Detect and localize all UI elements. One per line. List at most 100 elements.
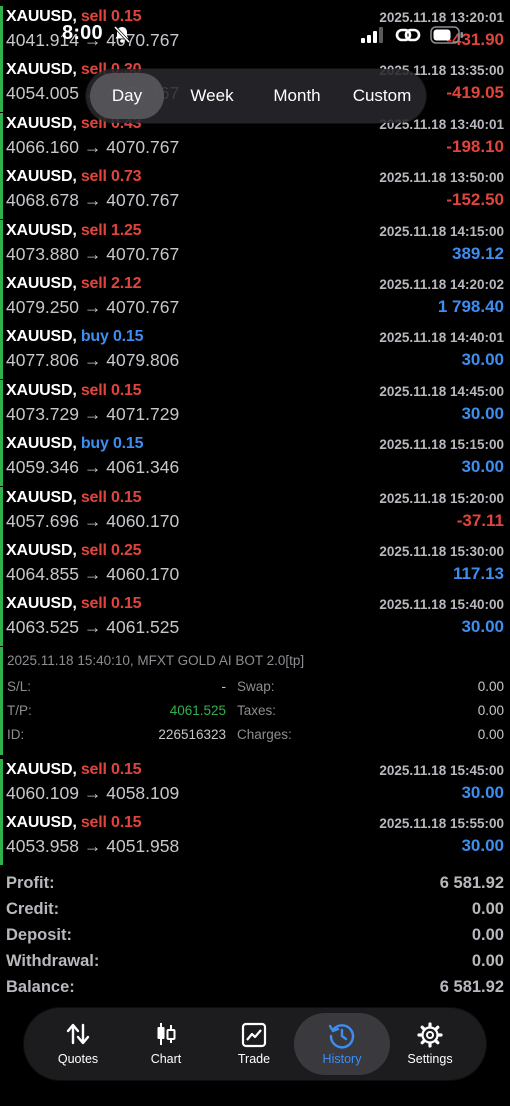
id-label: ID: xyxy=(7,727,25,742)
tab-settings[interactable]: Settings xyxy=(386,1008,474,1080)
trade-symbol: XAUUSD, xyxy=(6,221,77,239)
trade-profit: 30.00 xyxy=(461,457,504,477)
trade-side: sell xyxy=(80,814,107,832)
swap-value: 0.00 xyxy=(477,679,504,694)
trade-profit: -152.50 xyxy=(446,190,504,210)
open-price: 4060.109 xyxy=(6,783,79,803)
taxes-value: 0.00 xyxy=(477,703,504,718)
tab-history[interactable]: History xyxy=(298,1008,386,1080)
period-tab-custom[interactable]: Custom xyxy=(342,69,422,123)
trade-volume: 0.15 xyxy=(112,328,144,346)
trade-row[interactable]: XAUUSD, buy 0.15 4059.346 → 4061.346 2025.… xyxy=(0,433,510,487)
trade-profit: 30.00 xyxy=(461,350,504,370)
status-bar: 8:00 xyxy=(0,0,510,70)
trade-volume: 0.15 xyxy=(112,435,144,453)
trade-symbol: XAUUSD, xyxy=(6,595,77,613)
trade-symbol-line: XAUUSD, sell 0.25 xyxy=(6,542,142,560)
trade-symbol-line: XAUUSD, sell 2.12 xyxy=(6,275,142,293)
summary-label: Deposit: xyxy=(6,926,72,944)
close-price: 4070.767 xyxy=(106,190,180,211)
trade-volume: 0.15 xyxy=(111,761,142,778)
tab-trade[interactable]: Trade xyxy=(210,1008,298,1080)
trade-symbol: XAUUSD, xyxy=(6,168,77,186)
trade-row[interactable]: XAUUSD, sell 0.15 4073.729 → 4071.729 2025… xyxy=(0,379,510,433)
trade-prices: 4057.696 → 4060.170 xyxy=(6,510,180,531)
trade-symbol-line: XAUUSD, sell 0.73 xyxy=(6,168,142,186)
close-price: 4070.767 xyxy=(106,297,180,317)
trade-row[interactable]: XAUUSD, sell 0.25 4064.855 → 4060.170 2025… xyxy=(0,540,510,593)
candlestick-icon xyxy=(122,1022,210,1048)
trade-side: sell xyxy=(80,595,107,613)
tab-quotes[interactable]: Quotes xyxy=(34,1008,122,1080)
trade-time: 2025.11.18 13:50:00 xyxy=(379,170,504,186)
sl-value: - xyxy=(221,679,227,694)
trade-prices: 4063.525 → 4061.525 xyxy=(6,617,180,638)
row-indicator xyxy=(0,166,3,220)
trade-side: sell xyxy=(80,761,107,778)
open-price: 4079.250 xyxy=(6,297,79,317)
row-indicator xyxy=(0,540,3,593)
close-price: 4060.170 xyxy=(106,510,180,531)
id-value: 226516323 xyxy=(158,727,226,742)
period-tab-month[interactable]: Month xyxy=(258,69,336,123)
trade-volume: 0.15 xyxy=(111,381,142,399)
tab-settings-label: Settings xyxy=(407,1052,453,1066)
trade-prices: 4077.806 → 4079.806 xyxy=(6,350,180,371)
trade-symbol-line: XAUUSD, sell 0.15 xyxy=(6,761,142,779)
close-price: 4079.806 xyxy=(106,350,180,371)
tp-value: 4061.525 xyxy=(169,703,226,718)
trade-profit: 30.00 xyxy=(461,403,504,423)
trade-prices: 4053.958 → 4051.958 xyxy=(6,836,180,857)
trade-symbol-line: XAUUSD, buy 0.15 xyxy=(6,328,144,346)
tab-chart-label: Chart xyxy=(150,1052,182,1066)
row-indicator xyxy=(0,759,3,812)
summary-label: Credit: xyxy=(6,900,60,918)
period-tab-week[interactable]: Week xyxy=(172,69,252,123)
trade-prices: 4073.729 → 4071.729 xyxy=(6,403,180,424)
trade-time: 2025.11.18 15:30:00 xyxy=(379,544,504,559)
close-price: 4061.346 xyxy=(106,457,180,478)
trade-side: sell xyxy=(80,381,107,399)
trade-side: buy xyxy=(80,328,109,346)
summary-label: Balance: xyxy=(6,978,75,996)
summary-row: Credit: 0.00 xyxy=(0,898,510,924)
gear-icon xyxy=(386,1022,474,1048)
trade-profit: -37.11 xyxy=(456,510,504,530)
bottom-tab-bar: Quotes Chart Trade History Settings xyxy=(24,1008,486,1080)
open-price: 4054.005 xyxy=(6,83,79,104)
trade-chart-icon xyxy=(210,1022,298,1048)
trade-row[interactable]: XAUUSD, sell 0.15 4053.958 → 4051.958 2025… xyxy=(0,812,510,866)
trade-prices: 4068.678 → 4070.767 xyxy=(6,190,180,211)
trade-row[interactable]: XAUUSD, sell 1.25 4073.880 → 4070.767 2025… xyxy=(0,219,510,273)
trade-row[interactable]: XAUUSD, sell 0.15 4060.109 → 4058.109 2025… xyxy=(0,759,510,812)
row-indicator xyxy=(0,433,3,487)
trade-row[interactable]: XAUUSD, sell 2.12 4079.250 → 4070.767 2025… xyxy=(0,273,510,326)
summary-row: Profit: 6 581.92 xyxy=(0,872,510,898)
trade-row[interactable]: XAUUSD, buy 0.15 4077.806 → 4079.806 2025.… xyxy=(0,326,510,380)
history-clock-icon xyxy=(298,1022,386,1049)
trade-prices: 4059.346 → 4061.346 xyxy=(6,457,180,478)
trade-time: 2025.11.18 14:20:02 xyxy=(379,277,504,292)
trade-volume: 0.15 xyxy=(111,595,142,613)
trade-row[interactable]: XAUUSD, sell 0.73 4068.678 → 4070.767 2025… xyxy=(0,166,510,220)
trade-volume: 0.15 xyxy=(111,488,142,506)
period-tab-day[interactable]: Day xyxy=(90,69,164,123)
trade-profit: 1 798.40 xyxy=(437,297,504,316)
summary-value: 6 581.92 xyxy=(439,978,504,996)
trade-row[interactable]: XAUUSD, sell 0.15 4057.696 → 4060.170 2025… xyxy=(0,486,510,540)
trade-time: 2025.11.18 14:45:00 xyxy=(379,383,504,399)
trade-symbol: XAUUSD, xyxy=(6,275,77,292)
summary-row: Withdrawal: 0.00 xyxy=(0,950,510,976)
row-indicator xyxy=(0,219,3,273)
taxes-label: Taxes: xyxy=(237,703,277,718)
open-price: 4057.696 xyxy=(6,510,79,531)
open-price: 4073.729 xyxy=(6,403,79,424)
trade-prices: 4060.109 → 4058.109 xyxy=(6,783,180,803)
trade-detail-panel: 2025.11.18 15:40:10, MFXT GOLD AI BOT 2.… xyxy=(0,647,510,755)
trade-row[interactable]: XAUUSD, sell 0.15 4063.525 → 4061.525 2025… xyxy=(0,593,510,647)
trade-symbol-line: XAUUSD, buy 0.15 xyxy=(6,435,144,453)
tab-chart[interactable]: Chart xyxy=(122,1008,210,1080)
trade-side: sell xyxy=(80,221,107,239)
trade-symbol: XAUUSD, xyxy=(6,114,77,132)
trade-symbol-line: XAUUSD, sell 0.15 xyxy=(6,814,142,832)
